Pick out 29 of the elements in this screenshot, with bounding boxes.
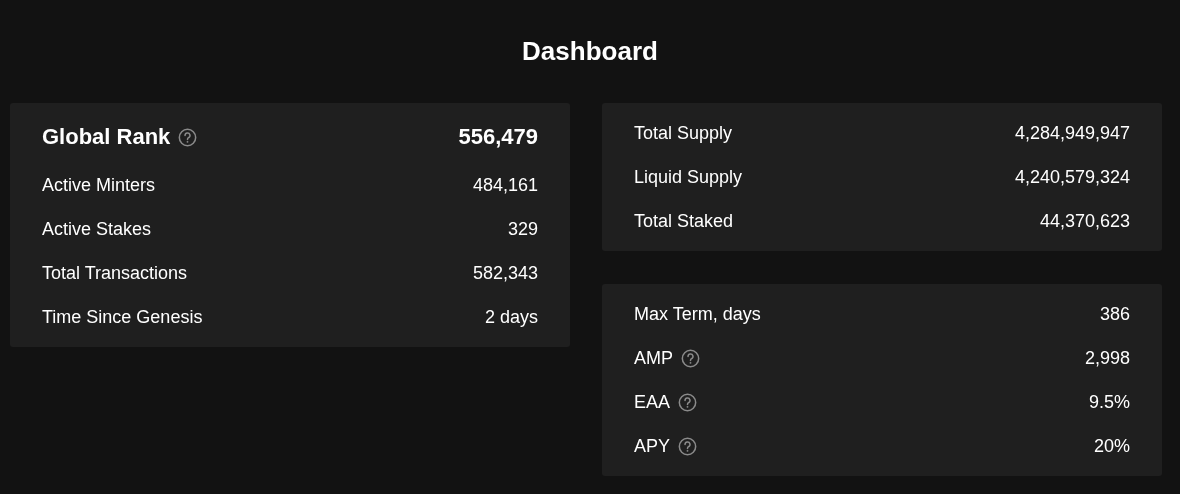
stat-label: Total Supply: [634, 122, 733, 144]
stat-label: Global Rank: [42, 124, 171, 150]
stat-label: APY: [634, 435, 671, 457]
stat-value: 2,998: [1084, 347, 1130, 369]
help-icon[interactable]: [678, 392, 698, 412]
stat-label: Active Minters: [42, 174, 156, 196]
help-icon[interactable]: [178, 127, 198, 147]
stat-label: Max Term, days: [634, 303, 761, 325]
stat-value: 20%: [1093, 435, 1130, 457]
stat-value: 9.5%: [1088, 391, 1130, 413]
stat-label: Total Transactions: [42, 262, 188, 284]
stat-value: 329: [507, 218, 538, 240]
stat-label: Time Since Genesis: [42, 306, 203, 328]
page-title: Dashboard: [522, 36, 658, 67]
stat-value: 484,161: [472, 174, 538, 196]
help-icon[interactable]: [678, 436, 698, 456]
stat-value: 2 days: [484, 306, 538, 328]
stat-value: 4,240,579,324: [1014, 166, 1130, 188]
help-icon[interactable]: [681, 348, 700, 368]
stat-label: Total Staked: [634, 210, 734, 232]
stat-value: 4,284,949,947: [1014, 122, 1130, 144]
stat-label: Active Stakes: [42, 218, 152, 240]
stat-value: 44,370,623: [1039, 210, 1130, 232]
stat-label: EAA: [634, 391, 671, 413]
stat-value: 386: [1099, 303, 1130, 325]
stat-label: AMP: [634, 347, 673, 369]
stat-value: 556,479: [458, 124, 538, 150]
stat-value: 582,343: [472, 262, 538, 284]
stat-label: Liquid Supply: [634, 166, 743, 188]
